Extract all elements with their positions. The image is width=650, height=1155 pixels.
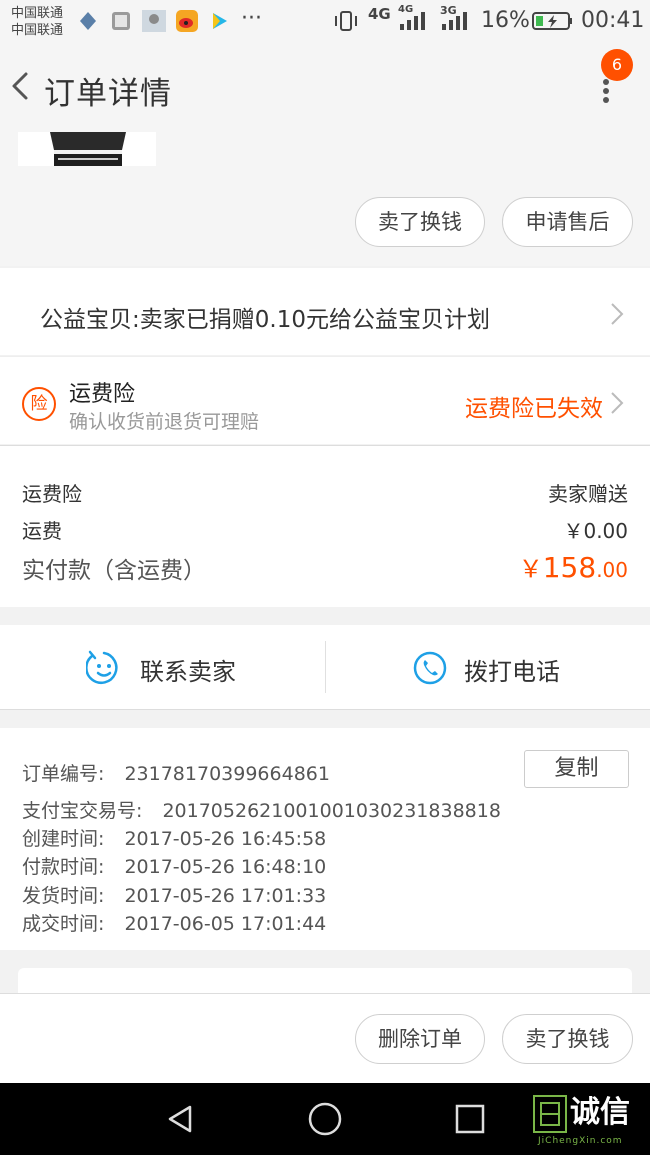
more-notifications-icon: ··· bbox=[241, 6, 262, 31]
shipping-fee-row: 运费 ￥0.00 bbox=[22, 515, 628, 544]
gallery-icon bbox=[112, 12, 130, 30]
chevron-right-icon bbox=[611, 392, 624, 414]
signal-strength-2-icon bbox=[442, 12, 467, 30]
phone-icon bbox=[413, 651, 447, 685]
diamond-app-icon bbox=[80, 12, 96, 30]
app-header: 订单详情 6 bbox=[0, 44, 650, 132]
shipped-time-label: 发货时间: bbox=[22, 885, 105, 907]
apply-after-sale-button[interactable]: 申请售后 bbox=[502, 197, 633, 247]
charity-row[interactable]: 公益宝贝:卖家已捐赠0.10元给公益宝贝计划 bbox=[0, 268, 650, 355]
nav-back-icon[interactable] bbox=[164, 1103, 196, 1135]
shipping-insurance-row[interactable]: 险 运费险 确认收货前退货可理赔 运费险已失效 bbox=[0, 356, 650, 444]
system-navigation-bar: 诚信 JiChengXin.com bbox=[0, 1083, 650, 1155]
carrier-1: 中国联通 bbox=[11, 6, 64, 21]
order-number-value: 23178170399664861 bbox=[124, 763, 330, 785]
total-paid-label: 实付款（含运费） bbox=[22, 558, 206, 584]
shipping-fee-value: ￥0.00 bbox=[563, 519, 628, 543]
nav-home-icon[interactable] bbox=[307, 1101, 343, 1137]
completed-time-value: 2017-06-05 17:01:44 bbox=[124, 913, 327, 935]
insurance-icon: 险 bbox=[22, 387, 56, 421]
watermark-text: 诚信 bbox=[570, 1095, 630, 1130]
completed-time-label: 成交时间: bbox=[22, 913, 105, 935]
call-phone-label: 拨打电话 bbox=[464, 658, 560, 686]
total-integer: 158 bbox=[542, 551, 597, 584]
order-number-label: 订单编号: bbox=[22, 763, 105, 785]
total-decimal: .00 bbox=[596, 558, 628, 582]
created-time-label: 创建时间: bbox=[22, 828, 105, 850]
total-currency: ￥ bbox=[518, 555, 543, 583]
completed-time-row: 成交时间: 2017-06-05 17:01:44 bbox=[22, 909, 326, 936]
insurance-fee-row: 运费险 卖家赠送 bbox=[22, 478, 628, 507]
shipped-time-row: 发货时间: 2017-05-26 17:01:33 bbox=[22, 881, 326, 908]
copy-order-number-button[interactable]: 复制 bbox=[524, 750, 629, 788]
sell-for-cash-bottom-button[interactable]: 卖了换钱 bbox=[502, 1014, 633, 1064]
delete-order-button[interactable]: 删除订单 bbox=[355, 1014, 485, 1064]
video-app-icon bbox=[213, 13, 227, 29]
nav-recents-icon[interactable] bbox=[454, 1103, 486, 1135]
insurance-fee-label: 运费险 bbox=[22, 482, 82, 506]
contact-seller-button[interactable]: 联系卖家 bbox=[0, 625, 325, 710]
watermark-logo-icon bbox=[533, 1095, 567, 1133]
clock: 00:41 bbox=[581, 8, 645, 33]
insurance-title: 运费险 bbox=[69, 382, 136, 407]
contact-seller-label: 联系卖家 bbox=[140, 658, 236, 686]
product-image bbox=[46, 132, 130, 166]
call-phone-button[interactable]: 拨打电话 bbox=[326, 625, 650, 710]
alipay-trade-value: 2017052621001001030231838818 bbox=[162, 800, 501, 822]
network-type-1: 4G bbox=[368, 5, 391, 23]
paid-time-row: 付款时间: 2017-05-26 16:48:10 bbox=[22, 852, 326, 879]
charity-text: 公益宝贝:卖家已捐赠0.10元给公益宝贝计划 bbox=[40, 307, 490, 333]
battery-charging-icon bbox=[532, 12, 572, 30]
alipay-trade-label: 支付宝交易号: bbox=[22, 800, 143, 822]
alipay-trade-row: 支付宝交易号: 2017052621001001030231838818 bbox=[22, 796, 501, 823]
shipped-time-value: 2017-05-26 17:01:33 bbox=[124, 885, 327, 907]
back-arrow-icon[interactable] bbox=[6, 64, 36, 108]
paid-time-value: 2017-05-26 16:48:10 bbox=[124, 856, 327, 878]
contact-row: 联系卖家 拨打电话 bbox=[0, 625, 650, 710]
total-paid-row: 实付款（含运费） ￥158.00 bbox=[22, 551, 628, 585]
chevron-right-icon bbox=[611, 303, 624, 325]
insurance-subtitle: 确认收货前退货可理赔 bbox=[69, 411, 260, 433]
page-title: 订单详情 bbox=[44, 76, 172, 112]
watermark-subtext: JiChengXin.com bbox=[538, 1136, 623, 1146]
avatar-notification-icon bbox=[142, 10, 166, 32]
insurance-status: 运费险已失效 bbox=[465, 396, 603, 422]
vibrate-icon bbox=[335, 11, 357, 31]
paid-time-label: 付款时间: bbox=[22, 856, 105, 878]
insurance-fee-value: 卖家赠送 bbox=[548, 482, 628, 506]
product-section: 卖了换钱 申请售后 bbox=[0, 132, 650, 266]
created-time-row: 创建时间: 2017-05-26 16:45:58 bbox=[22, 824, 326, 851]
product-thumbnail[interactable] bbox=[18, 132, 156, 166]
created-time-value: 2017-05-26 16:45:58 bbox=[124, 828, 327, 850]
carrier-2: 中国联通 bbox=[11, 23, 64, 38]
message-count-badge: 6 bbox=[601, 49, 633, 81]
order-info-section: 订单编号: 23178170399664861 复制 支付宝交易号: 20170… bbox=[0, 728, 650, 950]
sell-for-cash-button[interactable]: 卖了换钱 bbox=[355, 197, 485, 247]
chat-face-icon bbox=[86, 650, 118, 684]
order-number-row: 订单编号: 23178170399664861 bbox=[22, 759, 330, 786]
shipping-fee-label: 运费 bbox=[22, 519, 62, 543]
status-bar: 中国联通 中国联通 ··· 4G 4G 3G 16% 00:41 bbox=[0, 0, 650, 44]
total-paid-amount: ￥158.00 bbox=[519, 549, 628, 584]
carrier-labels: 中国联通 中国联通 bbox=[11, 5, 63, 39]
bottom-action-bar: 删除订单 卖了换钱 bbox=[0, 993, 650, 1083]
weibo-icon bbox=[176, 10, 198, 32]
battery-percent: 16% bbox=[481, 8, 530, 33]
network-type-2: 4G bbox=[398, 4, 414, 15]
fee-summary: 运费险 卖家赠送 运费 ￥0.00 实付款（含运费） ￥158.00 bbox=[0, 445, 650, 607]
